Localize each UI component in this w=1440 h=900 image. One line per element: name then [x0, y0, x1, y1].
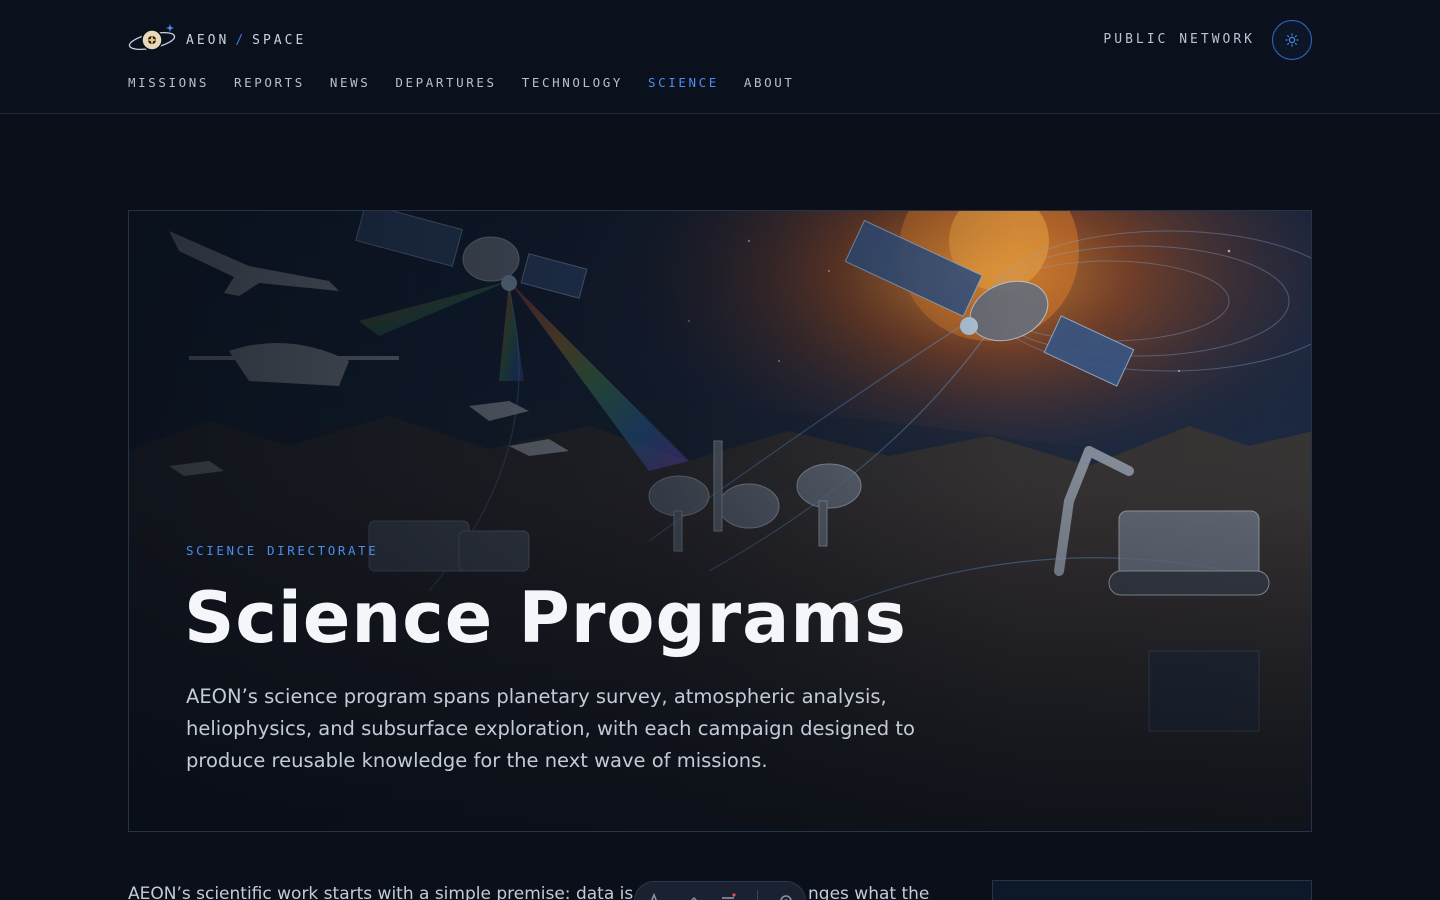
nav-item-reports[interactable]: REPORTS [234, 75, 305, 90]
intro-paragraph: AEON’s scientific work starts with a sim… [128, 884, 948, 900]
hero-eyebrow: SCIENCE DIRECTORATE [186, 543, 379, 558]
page-title: Science Programs [184, 577, 907, 659]
text-icon[interactable] [645, 892, 663, 900]
planet-logo-icon [128, 24, 176, 51]
network-label: PUBLIC NETWORK [1103, 32, 1255, 47]
brand-logo-link[interactable]: AEON / SPACE [128, 22, 306, 58]
intro-text-start: AEON’s scientific work starts with a sim… [128, 884, 650, 900]
main-nav: MISSIONS REPORTS NEWS DEPARTURES TECHNOL… [128, 75, 794, 90]
sun-icon [1285, 33, 1299, 47]
brand-name-right: SPACE [252, 32, 307, 48]
list-icon[interactable] [719, 892, 737, 900]
floating-toolbar [634, 881, 806, 900]
nav-item-about[interactable]: ABOUT [744, 75, 795, 90]
brand-separator: / [235, 32, 247, 48]
theme-toggle-button[interactable] [1272, 20, 1312, 60]
brand-name-left: AEON [186, 32, 230, 48]
site-header: AEON / SPACE PUBLIC NETWORK MISSIONS REP… [0, 0, 1440, 114]
nav-item-departures[interactable]: DEPARTURES [395, 75, 496, 90]
hero-banner: SCIENCE DIRECTORATE Science Programs AEO… [128, 210, 1312, 832]
nav-item-news[interactable]: NEWS [330, 75, 371, 90]
brand-wordmark: AEON / SPACE [186, 33, 306, 48]
sidebar-card [992, 880, 1312, 900]
pen-icon[interactable] [682, 892, 700, 900]
intro-text-end: nges what the [808, 884, 930, 900]
nav-item-missions[interactable]: MISSIONS [128, 75, 209, 90]
hero-description: AEON’s science program spans planetary s… [186, 685, 915, 772]
nav-item-technology[interactable]: TECHNOLOGY [522, 75, 623, 90]
nav-item-science[interactable]: SCIENCE [648, 75, 719, 90]
toolbar-divider [756, 890, 758, 900]
settings-icon[interactable] [777, 892, 795, 900]
